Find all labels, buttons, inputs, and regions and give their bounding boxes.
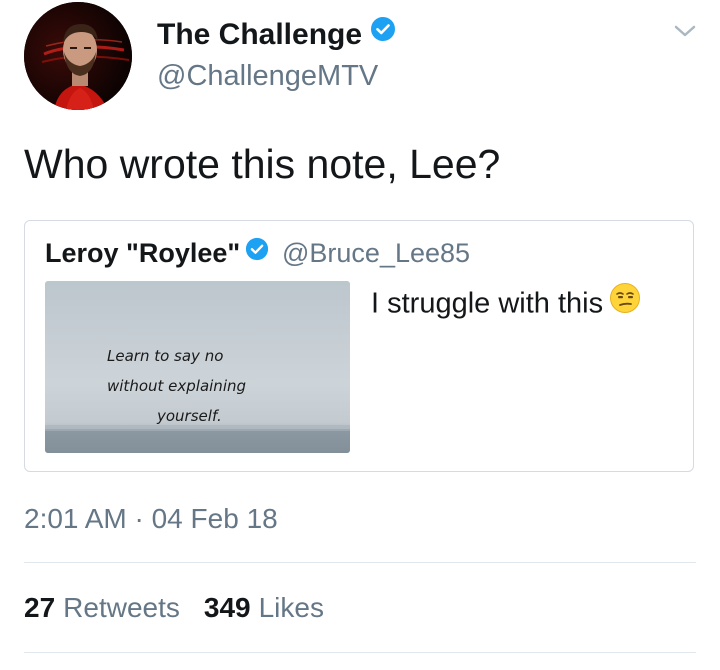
unamused-face-icon xyxy=(609,282,641,322)
quoted-tweet-image[interactable]: Learn to say no without explaining yours… xyxy=(45,281,350,453)
likes-link[interactable]: 349 Likes xyxy=(204,592,324,623)
note-line-1: Learn to say no xyxy=(107,347,223,365)
quoted-tweet-text: I struggle with this xyxy=(371,282,641,325)
retweets-count: 27 xyxy=(24,592,56,623)
author-avatar[interactable] xyxy=(24,2,132,110)
divider xyxy=(24,652,696,653)
likes-label: Likes xyxy=(258,592,324,623)
verified-badge-icon xyxy=(370,16,396,50)
note-line-3: yourself. xyxy=(156,407,222,425)
tweet-timestamp[interactable]: 2:01 AM · 04 Feb 18 xyxy=(24,503,278,535)
tweet-text: Who wrote this note, Lee? xyxy=(24,141,501,187)
tweet-stats: 27 Retweets 349 Likes xyxy=(24,592,324,624)
note-line-2: without explaining xyxy=(107,377,246,395)
author-handle[interactable]: @ChallengeMTV xyxy=(157,60,378,93)
avatar-photo xyxy=(24,2,132,110)
quoted-tweet-card[interactable]: Leroy "Roylee" @Bruce_Lee85 Learn to say… xyxy=(24,220,694,472)
note-photo: Learn to say no without explaining yours… xyxy=(45,281,350,453)
quoted-author-name: Leroy "Roylee" xyxy=(45,238,269,270)
quoted-author-name-text: Leroy "Roylee" xyxy=(45,238,241,268)
author-name-text: The Challenge xyxy=(157,18,363,51)
verified-badge-icon xyxy=(245,237,269,268)
likes-count: 349 xyxy=(203,592,251,623)
quoted-tweet-text-content: I struggle with this xyxy=(371,287,604,320)
retweets-label: Retweets xyxy=(63,592,180,623)
author-name[interactable]: The Challenge xyxy=(157,16,396,53)
retweets-link[interactable]: 27 Retweets xyxy=(24,592,180,623)
divider xyxy=(24,562,696,563)
chevron-down-icon[interactable] xyxy=(672,20,698,42)
quoted-author-handle: @Bruce_Lee85 xyxy=(282,238,471,268)
